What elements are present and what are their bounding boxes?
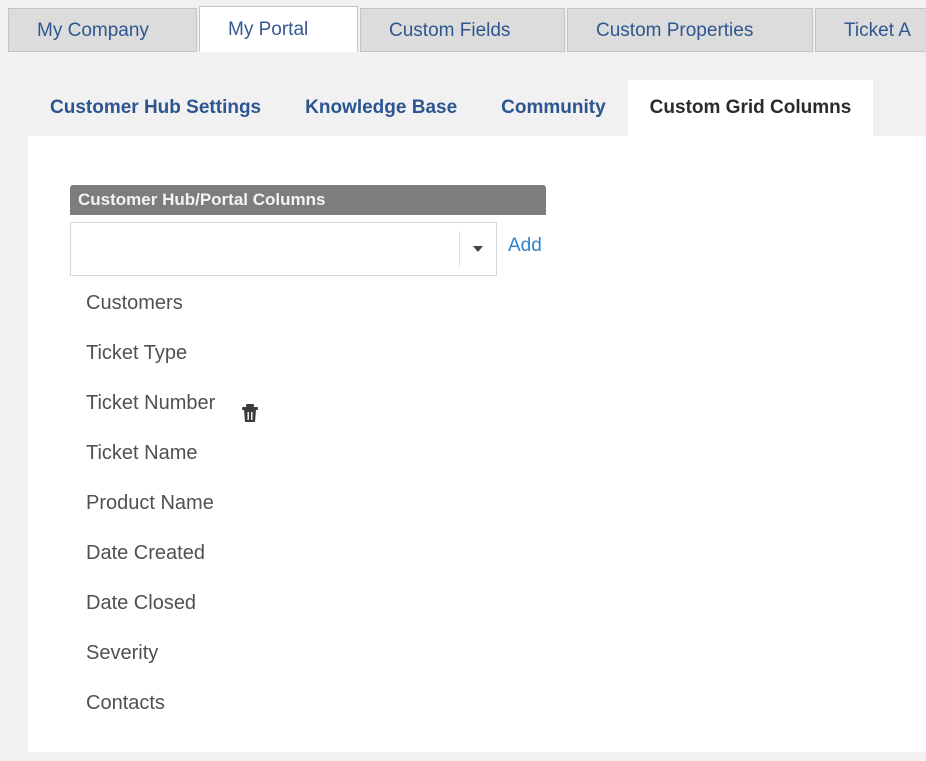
list-item: Date Created [86,528,259,578]
trash-icon[interactable] [241,392,259,422]
add-column-link[interactable]: Add [508,235,542,257]
section-header: Customer Hub/Portal Columns [70,185,546,215]
list-item: Ticket Name [86,428,259,478]
column-combobox [70,222,497,276]
column-label: Ticket Type [86,342,188,364]
tab-custom-properties[interactable]: Custom Properties [567,8,813,52]
list-item: Customers [86,278,259,328]
list-item: Date Closed [86,578,259,628]
tab-my-company[interactable]: My Company [8,8,197,52]
subtab-custom-grid-columns[interactable]: Custom Grid Columns [627,80,874,136]
list-item: Ticket Number [86,378,259,428]
subtab-customer-hub-settings[interactable]: Customer Hub Settings [28,80,283,136]
column-label: Severity [86,642,159,664]
list-item: Ticket Type [86,328,259,378]
column-label: Ticket Name [86,442,198,464]
column-select-input[interactable] [71,223,457,275]
tab-custom-fields[interactable]: Custom Fields [360,8,565,52]
custom-grid-columns-panel: Customer Hub/Portal Columns Add Customer… [28,136,926,752]
tab-ticket-a[interactable]: Ticket A [815,8,926,52]
list-item: Contacts [86,678,259,728]
dropdown-toggle[interactable] [460,223,496,275]
top-tab-bar: My Company My Portal Custom Fields Custo… [8,6,926,52]
column-label: Date Created [86,542,205,564]
column-label: Contacts [86,692,165,714]
subtab-community[interactable]: Community [479,80,628,136]
sub-tab-bar: Customer Hub Settings Knowledge Base Com… [28,80,874,136]
tab-my-portal[interactable]: My Portal [199,6,358,52]
list-item: Severity [86,628,259,678]
caret-down-icon [473,246,483,252]
list-item: Product Name [86,478,259,528]
column-label: Ticket Number [86,392,216,414]
subtab-knowledge-base[interactable]: Knowledge Base [283,80,479,136]
page: My Company My Portal Custom Fields Custo… [0,0,926,761]
columns-list: Customers Ticket Type Ticket Number Tick… [86,278,259,728]
column-label: Customers [86,292,183,314]
column-label: Date Closed [86,592,197,614]
column-label: Product Name [86,492,214,514]
